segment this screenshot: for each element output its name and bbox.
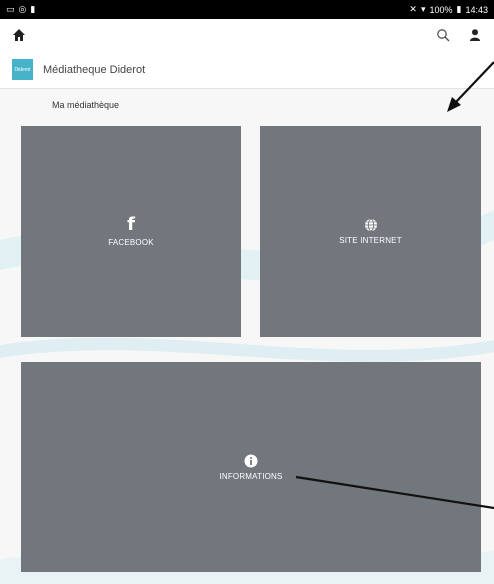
search-icon[interactable] xyxy=(434,26,452,44)
tile-facebook-label: FACEBOOK xyxy=(108,238,154,247)
clock: 14:43 xyxy=(465,4,488,15)
app-toolbar xyxy=(0,19,494,51)
tile-site-internet-label: SITE INTERNET xyxy=(339,236,402,245)
battery-percent: 100% xyxy=(429,4,453,15)
tile-informations[interactable]: INFORMATIONS xyxy=(21,362,481,572)
section-title: Ma médiathèque xyxy=(52,100,120,110)
library-name: Médiatheque Diderot xyxy=(43,63,146,76)
library-logo: Diderot xyxy=(12,59,33,80)
wifi-icon: ▾ xyxy=(420,4,426,14)
app-screen: ▭ ◎ ▮ ✕ ▾ 100% ▮ 14:43 Diderot Médiatheq… xyxy=(0,0,494,584)
status-bar: ▭ ◎ ▮ ✕ ▾ 100% ▮ 14:43 xyxy=(0,0,494,19)
library-header[interactable]: Diderot Médiatheque Diderot xyxy=(0,51,494,89)
library-logo-text: Diderot xyxy=(14,66,31,73)
home-icon[interactable] xyxy=(10,26,28,44)
tile-site-internet[interactable]: SITE INTERNET xyxy=(260,126,481,337)
tile-informations-label: INFORMATIONS xyxy=(219,471,283,481)
battery-small-icon: ▮ xyxy=(30,4,36,14)
globe-icon xyxy=(364,218,377,232)
location-icon: ◎ xyxy=(18,4,27,14)
account-icon[interactable] xyxy=(466,26,484,44)
facebook-icon: f xyxy=(127,214,135,235)
signal-icon: ✕ xyxy=(409,4,417,14)
battery-icon: ▮ xyxy=(456,4,462,14)
screen-icon: ▭ xyxy=(6,4,15,14)
info-icon xyxy=(244,454,258,467)
tile-facebook[interactable]: f FACEBOOK xyxy=(21,126,241,337)
